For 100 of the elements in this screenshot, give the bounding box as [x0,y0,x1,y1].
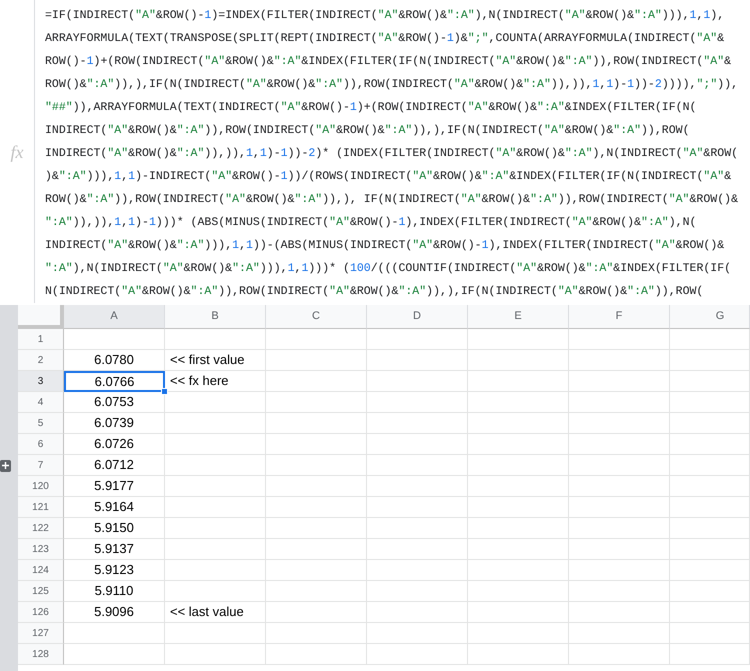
spreadsheet-cell[interactable]: << last value [165,602,266,623]
empty-cell[interactable] [670,623,750,644]
empty-cell[interactable] [367,497,468,518]
row-header[interactable]: 122 [18,518,64,539]
empty-cell[interactable] [569,644,670,665]
empty-cell[interactable] [367,392,468,413]
row-header[interactable]: 6 [18,434,64,455]
empty-cell[interactable] [569,392,670,413]
empty-cell[interactable] [367,623,468,644]
empty-cell[interactable] [468,539,569,560]
empty-cell[interactable] [266,350,367,371]
select-all-corner[interactable] [18,305,64,329]
row-header[interactable]: 125 [18,581,64,602]
empty-cell[interactable] [165,623,266,644]
empty-cell[interactable] [569,560,670,581]
empty-cell[interactable] [367,602,468,623]
empty-cell[interactable] [367,371,468,392]
empty-cell[interactable] [468,476,569,497]
row-header[interactable]: 1 [18,329,64,350]
empty-cell[interactable] [266,413,367,434]
empty-cell[interactable] [367,560,468,581]
empty-cell[interactable] [165,476,266,497]
empty-cell[interactable] [569,329,670,350]
empty-cell[interactable] [569,371,670,392]
empty-cell[interactable] [670,581,750,602]
empty-cell[interactable] [266,644,367,665]
empty-cell[interactable] [165,413,266,434]
row-header[interactable]: 121 [18,497,64,518]
empty-cell[interactable] [468,581,569,602]
empty-cell[interactable] [569,455,670,476]
empty-cell[interactable] [569,581,670,602]
empty-cell[interactable] [569,497,670,518]
row-header[interactable]: 4 [18,392,64,413]
row-header[interactable]: 5 [18,413,64,434]
empty-cell[interactable] [670,371,750,392]
empty-cell[interactable] [266,371,367,392]
spreadsheet-cell[interactable]: 5.9123 [64,560,165,581]
empty-cell[interactable] [670,476,750,497]
empty-cell[interactable] [165,497,266,518]
empty-cell[interactable] [266,518,367,539]
empty-cell[interactable] [569,434,670,455]
empty-cell[interactable] [670,602,750,623]
empty-cell[interactable] [266,497,367,518]
empty-cell[interactable] [266,434,367,455]
empty-cell[interactable] [367,455,468,476]
empty-cell[interactable] [569,623,670,644]
empty-cell[interactable] [670,455,750,476]
formula-input[interactable]: =IF(INDIRECT("A"&ROW()-1)=INDEX(FILTER(INDIRECT("A"&ROW()&":A"),N(INDIRECT("A"&ROW()&":A"))),1,1), ARRAYFORMULA(TEXT(TRANSPOSE(SPLIT(REPT(INDIRECT("A"&ROW()-1)&";",COUNTA(ARRAYFORMULA(INDIRECT("A"& ROW()-1)+(ROW(INDIRECT("A"&ROW()&":A"&INDEX(FILTER(IF(N(INDIRECT("A"&ROW()&":A")),ROW(INDIRECT("A"& ROW()&":A")),),IF(N(INDIRECT("A"&ROW()&":A")),ROW(INDIRECT("A"&ROW()&":A")),)),1,1)-1))-2)))),";")), "##")),ARRAYFORMULA(TEXT(INDIRECT("A"&ROW()-1)+(ROW(INDIRECT("A"&ROW()&":A"&INDEX(FILTER(IF(N( INDIRECT("A"&ROW()&":A")),ROW(INDIRECT("A"&ROW()&":A")),),IF(N(INDIRECT("A"&ROW()&":A")),ROW( INDIRECT("A"&ROW()&":A")),)),1,1)-1))-2)* (INDEX(FILTER(INDIRECT("A"&ROW()&":A"),N(INDIRECT("A"&ROW( )&":A"))),1,1)-INDIRECT("A"&ROW()-1))/(ROWS(INDIRECT("A"&ROW()&":A"&INDEX(FILTER(IF(N(INDIRECT("A"& ROW()&":A")),ROW(INDIRECT("A"&ROW()&":A")),), IF(N(INDIRECT("A"&ROW()&":A")),ROW(INDIRECT("A"&ROW()& ":A")),)),1,1)-1)))* (ABS(MINUS(INDIRECT("A"&ROW()-1),INDEX(FILTER(INDIRECT("A"&ROW()&":A"),N( INDIRECT("A"&ROW()&":A"))),1,1))-(ABS(MINUS(INDIRECT("A"&ROW()-1),INDEX(FILTER(INDIRECT("A"&ROW()& ":A"),N(INDIRECT("A"&ROW()&":A"))),1,1)))* (100/(((COUNTIF(INDIRECT("A"&ROW()&":A"&INDEX(FILTER(IF( N(INDIRECT("A"&ROW()&":A")),ROW(INDIRECT("A"&ROW()&":A")),),IF(N(INDIRECT("A"&ROW()&":A")),ROW( [35,0,750,303]
empty-cell[interactable] [266,623,367,644]
empty-cell[interactable] [367,518,468,539]
empty-cell[interactable] [569,518,670,539]
empty-cell[interactable] [468,560,569,581]
empty-cell[interactable] [670,350,750,371]
empty-cell[interactable] [165,518,266,539]
spreadsheet-cell[interactable]: << first value [165,350,266,371]
empty-cell[interactable] [468,392,569,413]
column-header[interactable]: C [266,305,367,329]
empty-cell[interactable] [468,455,569,476]
empty-cell[interactable] [670,413,750,434]
empty-cell[interactable] [266,476,367,497]
empty-cell[interactable] [670,518,750,539]
row-header[interactable]: 126 [18,602,64,623]
spreadsheet-cell[interactable]: 6.0753 [64,392,165,413]
row-header[interactable]: 128 [18,644,64,665]
row-header[interactable]: 3 [18,371,64,392]
row-header[interactable]: 7 [18,455,64,476]
empty-cell[interactable] [670,434,750,455]
empty-cell[interactable] [670,539,750,560]
empty-cell[interactable] [165,581,266,602]
spreadsheet-cell[interactable]: 6.0780 [64,350,165,371]
empty-cell[interactable] [165,392,266,413]
empty-cell[interactable] [266,455,367,476]
empty-cell[interactable] [569,539,670,560]
fill-handle[interactable] [161,388,168,395]
empty-cell[interactable] [468,434,569,455]
empty-cell[interactable] [367,329,468,350]
empty-cell[interactable] [569,413,670,434]
row-header[interactable]: 120 [18,476,64,497]
empty-cell[interactable] [569,476,670,497]
empty-cell[interactable] [266,581,367,602]
empty-cell[interactable] [468,371,569,392]
empty-cell[interactable] [468,497,569,518]
empty-cell[interactable] [266,329,367,350]
column-header[interactable]: G [670,305,750,329]
column-header[interactable]: A [64,305,165,329]
empty-cell[interactable] [468,518,569,539]
row-header[interactable]: 127 [18,623,64,644]
empty-cell[interactable] [367,581,468,602]
spreadsheet-cell[interactable]: 5.9137 [64,539,165,560]
empty-cell[interactable] [670,392,750,413]
column-header[interactable]: D [367,305,468,329]
spreadsheet-cell[interactable]: 5.9150 [64,518,165,539]
column-header[interactable]: B [165,305,266,329]
empty-cell[interactable] [468,350,569,371]
empty-cell[interactable] [670,644,750,665]
empty-cell[interactable] [367,539,468,560]
empty-cell[interactable] [367,350,468,371]
empty-cell[interactable] [165,539,266,560]
empty-cell[interactable] [468,602,569,623]
spreadsheet-cell[interactable]: 5.9164 [64,497,165,518]
